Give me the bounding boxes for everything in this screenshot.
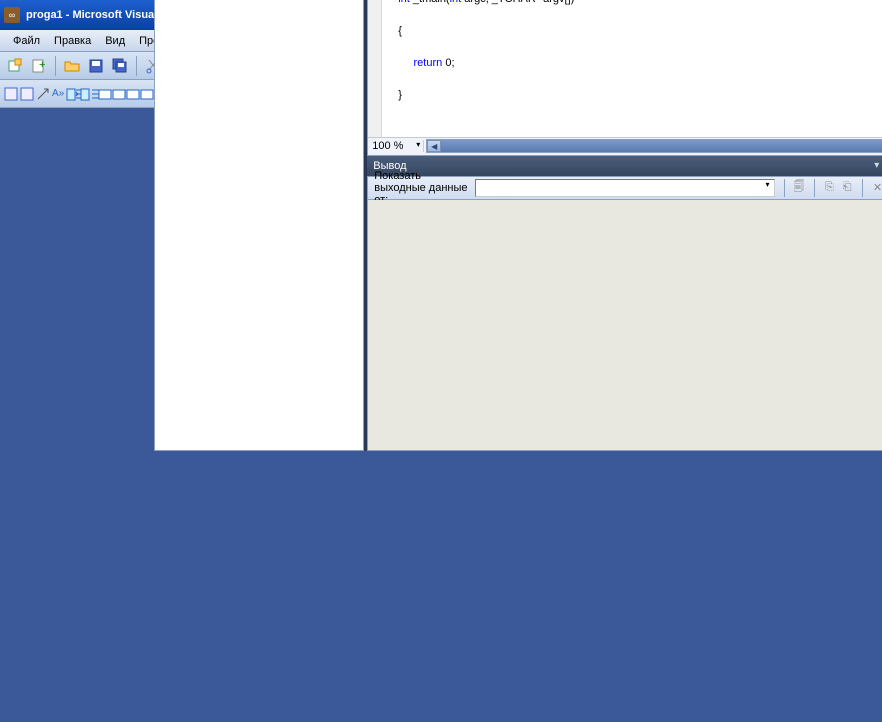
editor-container: − − // proga1.cpp: определяет точку вход… — [367, 0, 882, 156]
menu-view[interactable]: Вид — [98, 33, 132, 49]
app-icon: ∞ — [4, 7, 20, 23]
code-text: _tmain( — [410, 0, 450, 5]
output-dropdown-icon[interactable]: ▾ — [871, 160, 882, 172]
svg-text:+: + — [39, 59, 45, 71]
code-text: 0; — [442, 57, 454, 69]
code-text-area[interactable]: // proga1.cpp: определяет точку входа дл… — [394, 0, 882, 137]
code-text: int — [398, 0, 410, 5]
output-toolbar: Показать выходные данные от: 🗐 ⎘ ⎗ ✕ ↩ — [367, 176, 882, 200]
scroll-left-button[interactable]: ◀ — [427, 140, 441, 152]
zoom-dropdown[interactable]: 100 % — [368, 140, 424, 152]
output-source-dropdown[interactable] — [475, 179, 775, 197]
window-btn-3[interactable] — [126, 83, 140, 105]
code-text: } — [398, 89, 402, 101]
tb2-btn-4[interactable]: A» — [52, 83, 64, 105]
uncomment-button[interactable] — [130, 83, 152, 105]
zoom-value: 100 % — [372, 140, 403, 152]
save-button[interactable] — [85, 55, 107, 77]
fold-column: − − — [382, 0, 394, 137]
menu-file[interactable]: Файл — [6, 33, 47, 49]
output-btn-2[interactable]: ⎘ — [823, 178, 835, 198]
code-text: int — [450, 0, 462, 5]
tb2-btn-3[interactable] — [36, 83, 50, 105]
scrollbar-track[interactable] — [441, 140, 882, 152]
output-btn-1[interactable]: 🗐 — [793, 178, 805, 198]
save-all-button[interactable] — [109, 55, 131, 77]
window-btn-4[interactable] — [140, 83, 154, 105]
team-explorer-panel: Командный обозреватель ▾ ⊥ ✕ — [154, 0, 364, 451]
output-btn-3[interactable]: ⎗ — [841, 178, 853, 198]
add-item-button[interactable]: + — [28, 55, 50, 77]
team-explorer-content — [154, 0, 364, 451]
open-button[interactable] — [61, 55, 83, 77]
window-btn-2[interactable] — [112, 83, 126, 105]
code-editor[interactable]: − − // proga1.cpp: определяет точку вход… — [368, 0, 882, 137]
code-text: argc, _TCHAR* argv[]) — [461, 0, 574, 5]
menu-edit[interactable]: Правка — [47, 33, 98, 49]
output-panel: Вывод ▾ ⊥ ✕ Показать выходные данные от:… — [367, 156, 882, 451]
bookmark-button[interactable] — [64, 83, 78, 105]
code-text: return — [414, 57, 443, 69]
output-clear-button[interactable]: ✕ — [872, 178, 882, 198]
window-btn-1[interactable] — [98, 83, 112, 105]
output-content[interactable] — [367, 200, 882, 451]
code-text — [398, 57, 413, 69]
editor-bottom-bar: 100 % ◀ ▶ — [368, 137, 882, 155]
code-text: { — [398, 25, 402, 37]
editor-area: proga1.cpp ✕ ▾ (Глобальная область) − − … — [367, 0, 882, 451]
new-project-button[interactable] — [4, 55, 26, 77]
horizontal-scrollbar[interactable]: ◀ ▶ — [426, 139, 882, 153]
editor-gutter — [368, 0, 382, 137]
tb2-btn-1[interactable] — [4, 83, 18, 105]
tb2-btn-2[interactable] — [20, 83, 34, 105]
secondary-toolbar: A» Командный обозреватель ▾ ⊥ ✕ — [0, 80, 882, 108]
main-area: Командный обозреватель ▾ ⊥ ✕ proga1.cpp … — [154, 0, 882, 451]
bookmark-prev-button[interactable] — [78, 83, 92, 105]
